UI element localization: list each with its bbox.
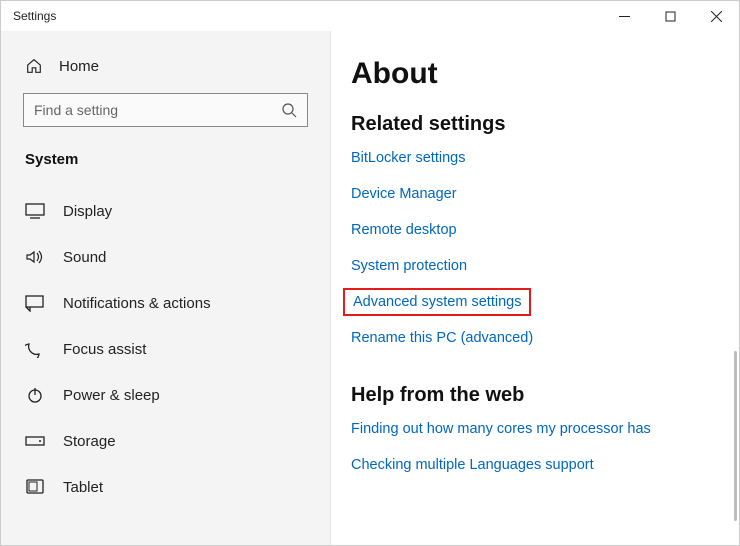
search-placeholder: Find a setting	[34, 102, 118, 118]
nav-item-label: Display	[63, 203, 112, 220]
maximize-button[interactable]	[647, 1, 693, 31]
nav-item-label: Sound	[63, 249, 106, 266]
sidebar-category: System	[1, 141, 330, 188]
nav-item-sound[interactable]: Sound	[1, 234, 330, 280]
home-icon	[25, 57, 43, 75]
nav-home[interactable]: Home	[1, 51, 330, 85]
related-settings-heading: Related settings	[351, 113, 719, 136]
nav-home-label: Home	[59, 58, 99, 75]
link-device-manager[interactable]: Device Manager	[351, 186, 457, 202]
display-icon	[25, 202, 45, 220]
nav-item-label: Notifications & actions	[63, 295, 211, 312]
minimize-button[interactable]	[601, 1, 647, 31]
power-icon	[25, 386, 45, 404]
nav-item-tablet[interactable]: Tablet	[1, 464, 330, 510]
nav-item-power-sleep[interactable]: Power & sleep	[1, 372, 330, 418]
sidebar: Home Find a setting System Display Sound	[1, 31, 331, 545]
scrollbar-thumb[interactable]	[734, 351, 737, 521]
nav-item-display[interactable]: Display	[1, 188, 330, 234]
focus-assist-icon	[25, 340, 45, 358]
nav-item-label: Power & sleep	[63, 387, 160, 404]
page-title: About	[351, 57, 719, 91]
close-icon	[711, 11, 722, 22]
link-help-cores[interactable]: Finding out how many cores my processor …	[351, 421, 651, 437]
close-button[interactable]	[693, 1, 739, 31]
link-help-languages[interactable]: Checking multiple Languages support	[351, 457, 594, 473]
main-panel: About Related settings BitLocker setting…	[331, 31, 739, 545]
storage-icon	[25, 432, 45, 450]
tablet-icon	[25, 478, 45, 496]
minimize-icon	[619, 11, 630, 22]
link-advanced-system-settings[interactable]: Advanced system settings	[343, 288, 531, 316]
sound-icon	[25, 248, 45, 266]
link-rename-this-pc-advanced[interactable]: Rename this PC (advanced)	[351, 330, 533, 346]
titlebar: Settings	[1, 1, 739, 31]
nav-item-label: Focus assist	[63, 341, 146, 358]
search-icon	[281, 102, 297, 118]
nav-item-storage[interactable]: Storage	[1, 418, 330, 464]
window-title: Settings	[13, 9, 56, 23]
link-bitlocker-settings[interactable]: BitLocker settings	[351, 150, 465, 166]
notifications-icon	[25, 294, 45, 312]
help-from-web-heading: Help from the web	[351, 384, 719, 407]
nav-item-label: Tablet	[63, 479, 103, 496]
search-wrap: Find a setting	[1, 85, 330, 141]
nav-item-label: Storage	[63, 433, 116, 450]
nav-item-notifications[interactable]: Notifications & actions	[1, 280, 330, 326]
window-controls	[601, 1, 739, 31]
maximize-icon	[665, 11, 676, 22]
search-input[interactable]: Find a setting	[23, 93, 308, 127]
link-system-protection[interactable]: System protection	[351, 258, 467, 274]
link-remote-desktop[interactable]: Remote desktop	[351, 222, 457, 238]
sidebar-nav: Display Sound Notifications & actions Fo…	[1, 188, 330, 510]
content: Home Find a setting System Display Sound	[1, 31, 739, 545]
nav-item-focus-assist[interactable]: Focus assist	[1, 326, 330, 372]
